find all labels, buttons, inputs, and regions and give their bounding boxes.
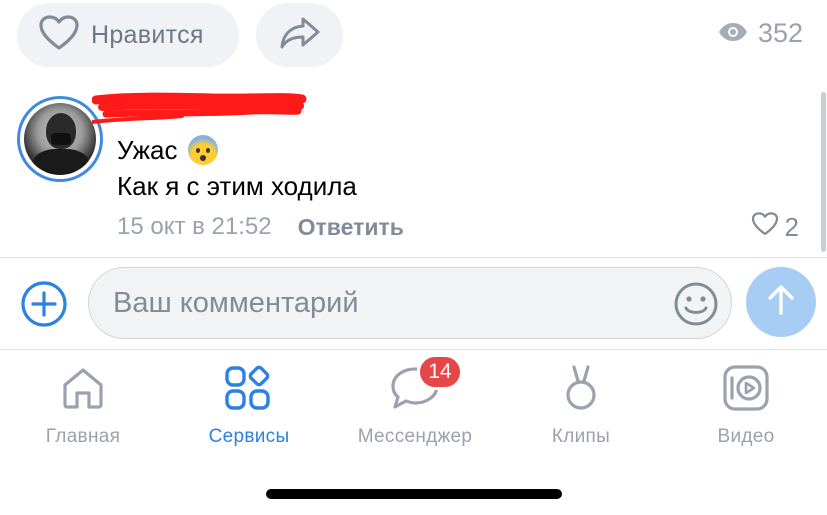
like-label: Нравится <box>91 20 204 49</box>
comment-input-box[interactable] <box>88 267 732 339</box>
comment-timestamp: 15 окт в 21:52 <box>117 213 272 240</box>
tab-label: Мессенджер <box>357 426 473 447</box>
views-count: 352 <box>757 18 803 48</box>
share-arrow-icon <box>279 16 321 55</box>
home-icon <box>60 362 106 414</box>
views-counter: 352 <box>718 18 803 49</box>
comment-meta: 15 окт в 21:52 Ответить <box>117 213 404 241</box>
tab-label: Видео <box>717 426 775 447</box>
comment-item: Ужас Как я с этим ходила 15 окт в 21:52 … <box>0 90 827 250</box>
reply-button[interactable]: Ответить <box>298 214 404 241</box>
comment-likes-count: 2 <box>784 212 799 242</box>
arrow-up-icon <box>766 284 796 321</box>
eye-icon <box>718 18 758 49</box>
messenger-icon: 14 <box>389 354 463 414</box>
tab-messenger[interactable]: 14 Мессенджер <box>335 354 495 448</box>
home-indicator[interactable] <box>266 489 562 499</box>
send-button[interactable] <box>746 267 816 337</box>
share-button[interactable] <box>256 3 343 67</box>
comment-line-1: Ужас <box>117 135 178 165</box>
tab-video[interactable]: Видео <box>666 362 826 448</box>
heart-outline-icon <box>751 212 785 243</box>
tab-home[interactable]: Главная <box>3 362 163 448</box>
services-icon <box>224 362 274 414</box>
bottom-tab-bar: Главная Сервисы 14 Мессенджер Клипы Виде… <box>0 350 827 460</box>
comment-line-2: Как я с этим ходила <box>117 171 357 201</box>
comment-like-button[interactable]: 2 <box>751 212 799 243</box>
tab-label: Главная <box>45 426 121 447</box>
scrollbar[interactable] <box>821 92 826 252</box>
plus-circle-icon <box>20 281 68 332</box>
smile-icon[interactable] <box>673 281 719 327</box>
tab-label: Клипы <box>551 426 611 447</box>
avatar-image <box>24 103 96 175</box>
like-button[interactable]: Нравится <box>17 3 239 67</box>
redacted-author-name <box>92 92 307 124</box>
fearful-face-emoji <box>187 135 218 165</box>
tab-label: Сервисы <box>208 426 290 447</box>
clips-icon <box>561 362 601 414</box>
tab-clips[interactable]: Клипы <box>501 362 661 448</box>
add-attachment-button[interactable] <box>20 280 68 328</box>
comment-composer <box>0 258 827 348</box>
video-icon <box>722 362 770 414</box>
comment-text: Ужас Как я с этим ходила <box>117 132 357 204</box>
comment-input[interactable] <box>113 286 653 320</box>
avatar[interactable] <box>17 96 103 182</box>
unread-badge: 14 <box>417 354 463 390</box>
post-action-bar: Нравится 352 <box>0 0 827 72</box>
heart-icon <box>39 14 79 56</box>
tab-services[interactable]: Сервисы <box>169 362 329 448</box>
